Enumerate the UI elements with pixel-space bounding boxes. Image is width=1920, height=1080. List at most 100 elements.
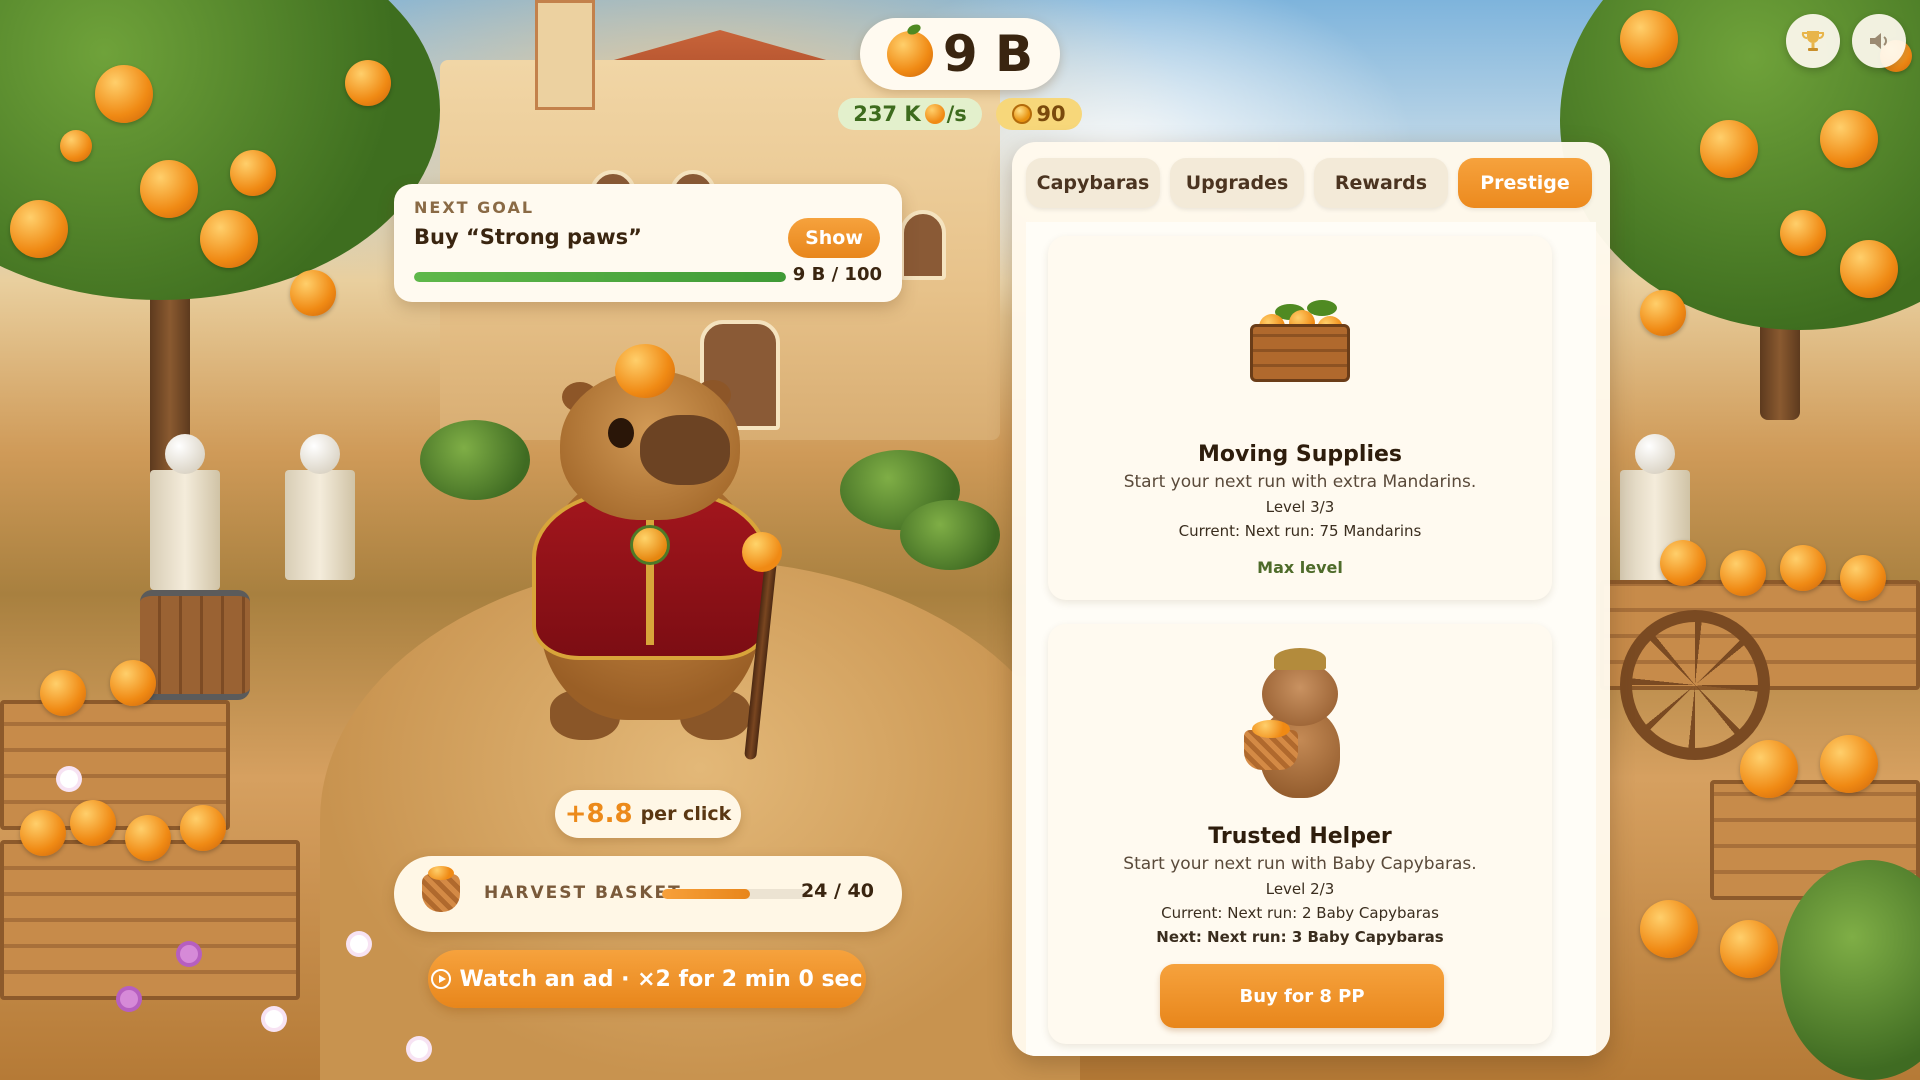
orange xyxy=(345,60,391,106)
harvest-basket-fill xyxy=(662,889,750,899)
card-level: Level 3/3 xyxy=(1265,498,1335,516)
harvest-basket-count: 24 / 40 xyxy=(800,880,874,902)
orange xyxy=(1660,540,1706,586)
orange xyxy=(95,65,153,123)
gold-value: 90 xyxy=(1036,102,1066,126)
watch-ad-label: Watch an ad · ×2 for 2 min 0 sec xyxy=(459,966,863,992)
per-click-badge: +8.8 per click xyxy=(555,790,741,838)
gold-coin-icon xyxy=(1012,104,1033,124)
income-rate: 237 K /s xyxy=(838,98,982,130)
orange xyxy=(1820,735,1878,793)
orange xyxy=(60,130,92,162)
orange xyxy=(110,660,156,706)
basket-icon xyxy=(422,866,460,912)
mandarin-total: 9 B xyxy=(860,18,1060,90)
orange xyxy=(1720,550,1766,596)
orange xyxy=(1620,10,1678,68)
trophy-icon xyxy=(1801,31,1825,51)
orange xyxy=(230,150,276,196)
next-goal-card: NEXT GOAL Buy “Strong paws” Show 9 B / 1… xyxy=(394,184,902,302)
sound-toggle-button[interactable] xyxy=(1852,14,1906,68)
orange xyxy=(40,670,86,716)
capybara-snout xyxy=(640,415,730,485)
orange-hat-icon xyxy=(615,344,675,398)
next-goal-progress-fill xyxy=(414,272,786,282)
harvest-basket-label: HARVEST BASKET xyxy=(484,883,682,903)
income-rate-value: 237 K xyxy=(853,102,921,126)
card-current: Current: Next run: 2 Baby Capybaras xyxy=(1161,904,1439,922)
orange xyxy=(180,805,226,851)
orange xyxy=(1720,920,1778,978)
orange xyxy=(200,210,258,268)
cane-orange-knob xyxy=(742,532,782,572)
card-description: Start your next run with Baby Capybaras. xyxy=(1123,854,1477,874)
capybara-clicker[interactable] xyxy=(490,340,810,761)
achievements-button[interactable] xyxy=(1786,14,1840,68)
orange xyxy=(1840,240,1898,298)
cart-wheel xyxy=(1620,610,1770,760)
tab-upgrades[interactable]: Upgrades xyxy=(1170,158,1304,208)
stone-pillar xyxy=(150,434,220,590)
buy-trusted-helper-button[interactable]: Buy for 8 PP xyxy=(1160,964,1444,1028)
orange xyxy=(1820,110,1878,168)
mandarin-icon xyxy=(924,104,945,124)
prestige-card-trusted-helper: Trusted Helper Start your next run with … xyxy=(1048,624,1552,1044)
card-current: Current: Next run: 75 Mandarins xyxy=(1178,522,1422,540)
flower xyxy=(410,1040,428,1058)
per-click-value: +8.8 xyxy=(564,799,633,829)
orange xyxy=(1780,545,1826,591)
flower xyxy=(120,990,138,1008)
orange xyxy=(290,270,336,316)
card-title: Moving Supplies xyxy=(1197,442,1403,467)
card-title: Trusted Helper xyxy=(1208,824,1392,849)
orange xyxy=(1780,210,1826,256)
orange xyxy=(1640,900,1698,958)
orange xyxy=(1700,120,1758,178)
tab-prestige[interactable]: Prestige xyxy=(1458,158,1592,208)
orange xyxy=(1840,555,1886,601)
flower xyxy=(180,945,198,963)
orange xyxy=(20,810,66,856)
bush xyxy=(900,500,1000,570)
harvest-basket-bar[interactable]: HARVEST BASKET 24 / 40 xyxy=(394,856,902,932)
card-level: Level 2/3 xyxy=(1265,880,1335,898)
barrel xyxy=(140,590,250,700)
max-level-label: Max level xyxy=(1257,558,1343,577)
supply-crate-icon xyxy=(1245,294,1355,384)
show-goal-button[interactable]: Show xyxy=(788,218,880,258)
card-next: Next: Next run: 3 Baby Capybaras xyxy=(1156,928,1444,946)
villa-tower xyxy=(535,0,595,110)
tab-capybaras[interactable]: Capybaras xyxy=(1026,158,1160,208)
flower xyxy=(60,770,78,788)
prestige-card-moving-supplies: Moving Supplies Start your next run with… xyxy=(1048,236,1552,600)
orange xyxy=(10,200,68,258)
orange xyxy=(140,160,198,218)
next-goal-kicker: NEXT GOAL xyxy=(414,198,535,217)
capybara-eye xyxy=(608,418,634,448)
play-icon xyxy=(431,969,452,989)
shop-tabs: Capybaras Upgrades Rewards Prestige xyxy=(1026,158,1592,208)
speaker-icon xyxy=(1870,33,1887,49)
orchard-background xyxy=(0,0,1920,1080)
orange xyxy=(125,815,171,861)
capybara-head xyxy=(1262,662,1338,726)
mandarin-total-value: 9 B xyxy=(942,25,1034,83)
flower xyxy=(265,1010,283,1028)
crate xyxy=(0,840,300,1000)
orange xyxy=(1640,290,1686,336)
income-rate-unit: /s xyxy=(946,102,967,126)
mandarin-icon xyxy=(886,31,933,77)
next-goal-progress-text: 9 B / 100 xyxy=(792,264,882,285)
tab-rewards[interactable]: Rewards xyxy=(1314,158,1448,208)
basket xyxy=(1244,720,1298,770)
orange xyxy=(70,800,116,846)
stone-pillar xyxy=(285,434,355,580)
card-description: Start your next run with extra Mandarins… xyxy=(1123,472,1477,492)
flower xyxy=(350,935,368,953)
crate xyxy=(1250,324,1350,382)
harvest-basket-progress xyxy=(662,889,808,899)
orange xyxy=(1740,740,1798,798)
shop-panel: Capybaras Upgrades Rewards Prestige Movi… xyxy=(1012,142,1610,1056)
watch-ad-button[interactable]: Watch an ad · ×2 for 2 min 0 sec xyxy=(428,950,866,1008)
prestige-list[interactable]: Moving Supplies Start your next run with… xyxy=(1026,222,1596,1056)
